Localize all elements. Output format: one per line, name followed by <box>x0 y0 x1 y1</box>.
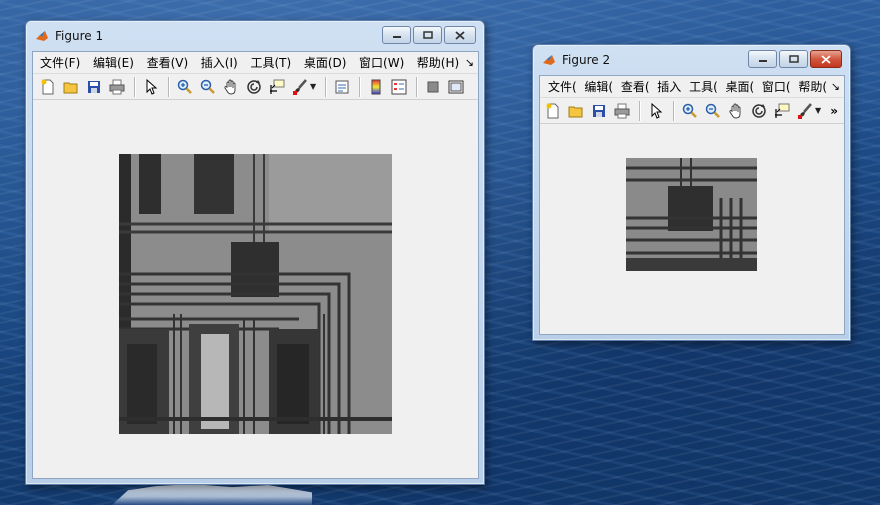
menu-file[interactable]: 文件( <box>540 78 580 95</box>
save-icon[interactable] <box>83 76 105 98</box>
matlab-logo-icon <box>541 52 557 68</box>
zoom-in-icon[interactable] <box>174 76 196 98</box>
menu-edit[interactable]: 编辑( <box>580 78 616 95</box>
toolbar-separator <box>639 100 640 121</box>
zoom-out-icon[interactable] <box>197 76 219 98</box>
chip-image <box>119 154 392 434</box>
menu-insert[interactable]: 插入(I) <box>194 54 244 71</box>
figure2-titlebar[interactable]: Figure 2 <box>533 45 850 75</box>
data-cursor-icon[interactable] <box>771 100 793 122</box>
brush-icon[interactable] <box>289 76 311 98</box>
close-icon <box>821 54 831 64</box>
menu-view[interactable]: 查看( <box>617 78 653 95</box>
close-icon <box>455 30 465 40</box>
rotate-3d-icon[interactable] <box>748 100 770 122</box>
figure1-title: Figure 1 <box>55 29 104 43</box>
maximize-button[interactable] <box>413 26 442 44</box>
menu-view[interactable]: 查看(V) <box>140 54 194 71</box>
minimize-button[interactable] <box>382 26 411 44</box>
new-figure-icon[interactable] <box>37 76 59 98</box>
figure1-client: 文件(F) 编辑(E) 查看(V) 插入(I) 工具(T) 桌面(D) 窗口(W… <box>32 51 479 479</box>
toolbar-separator <box>134 76 135 97</box>
pan-hand-icon[interactable] <box>220 76 242 98</box>
figure2-toolbar: ▼ » <box>540 98 844 124</box>
toolbar-separator <box>673 100 674 121</box>
menu-help[interactable]: 帮助( <box>794 78 830 95</box>
open-file-icon[interactable] <box>60 76 82 98</box>
legend-icon[interactable] <box>388 76 410 98</box>
figure1-menubar: 文件(F) 编辑(E) 查看(V) 插入(I) 工具(T) 桌面(D) 窗口(W… <box>33 52 478 74</box>
data-cursor-icon[interactable] <box>266 76 288 98</box>
minimize-icon <box>392 36 401 38</box>
hide-plot-tools-icon[interactable] <box>422 76 444 98</box>
chip-image-cropped-graphic <box>626 158 757 271</box>
link-plot-icon[interactable] <box>331 76 353 98</box>
menu-edit[interactable]: 编辑(E) <box>86 54 140 71</box>
maximize-icon <box>788 55 799 63</box>
figure1-window: Figure 1 文件(F) 编辑(E) 查看(V) 插入(I) 工具(T) 桌… <box>25 20 485 485</box>
figure2-client: 文件( 编辑( 查看( 插入 工具( 桌面( 窗口( 帮助( ↘ ▼ » <box>539 75 845 335</box>
brush-icon[interactable] <box>794 100 816 122</box>
figure1-titlebar[interactable]: Figure 1 <box>26 21 484 51</box>
figure2-window: Figure 2 文件( 编辑( 查看( 插入 工具( 桌面( 窗口( 帮助( … <box>532 44 851 341</box>
rotate-3d-icon[interactable] <box>243 76 265 98</box>
menu-help[interactable]: 帮助(H) <box>410 54 465 71</box>
toolbar-separator <box>359 76 361 97</box>
pan-hand-icon[interactable] <box>725 100 747 122</box>
menu-overflow-icon[interactable]: ↘ <box>465 56 474 69</box>
zoom-in-icon[interactable] <box>679 100 701 122</box>
zoom-out-icon[interactable] <box>702 100 724 122</box>
menu-overflow-icon[interactable]: ↘ <box>831 80 840 93</box>
menu-tools[interactable]: 工具(T) <box>243 54 296 71</box>
close-button[interactable] <box>810 50 842 68</box>
toolbar-overflow-icon[interactable]: » <box>830 104 838 118</box>
menu-file[interactable]: 文件(F) <box>33 54 86 71</box>
menu-insert[interactable]: 插入 <box>653 78 685 95</box>
close-button[interactable] <box>444 26 476 44</box>
print-icon[interactable] <box>106 76 128 98</box>
save-icon[interactable] <box>588 100 610 122</box>
menu-desktop[interactable]: 桌面( <box>721 78 757 95</box>
menu-tools[interactable]: 工具( <box>685 78 721 95</box>
maximize-icon <box>422 31 433 39</box>
print-icon[interactable] <box>611 100 633 122</box>
toolbar-separator <box>325 76 327 97</box>
figure2-title: Figure 2 <box>562 53 611 67</box>
minimize-icon <box>758 60 767 62</box>
chip-image-cropped <box>626 158 757 271</box>
figure1-toolbar: ▼ <box>33 74 478 100</box>
maximize-button[interactable] <box>779 50 808 68</box>
open-file-icon[interactable] <box>565 100 587 122</box>
brush-dropdown-icon[interactable]: ▼ <box>310 82 316 91</box>
show-plot-tools-icon[interactable] <box>445 76 467 98</box>
menu-window[interactable]: 窗口(W) <box>352 54 410 71</box>
menu-desktop[interactable]: 桌面(D) <box>297 54 352 71</box>
select-arrow-icon[interactable] <box>645 100 667 122</box>
new-figure-icon[interactable] <box>542 100 564 122</box>
toolbar-separator <box>416 76 418 97</box>
matlab-logo-icon <box>34 28 50 44</box>
figure2-menubar: 文件( 编辑( 查看( 插入 工具( 桌面( 窗口( 帮助( ↘ <box>540 76 844 98</box>
select-arrow-icon[interactable] <box>140 76 162 98</box>
toolbar-separator <box>168 76 169 97</box>
chip-image-graphic <box>119 154 392 434</box>
brush-dropdown-icon[interactable]: ▼ <box>815 106 821 115</box>
minimize-button[interactable] <box>748 50 777 68</box>
colorbar-icon[interactable] <box>365 76 387 98</box>
menu-window[interactable]: 窗口( <box>758 78 794 95</box>
